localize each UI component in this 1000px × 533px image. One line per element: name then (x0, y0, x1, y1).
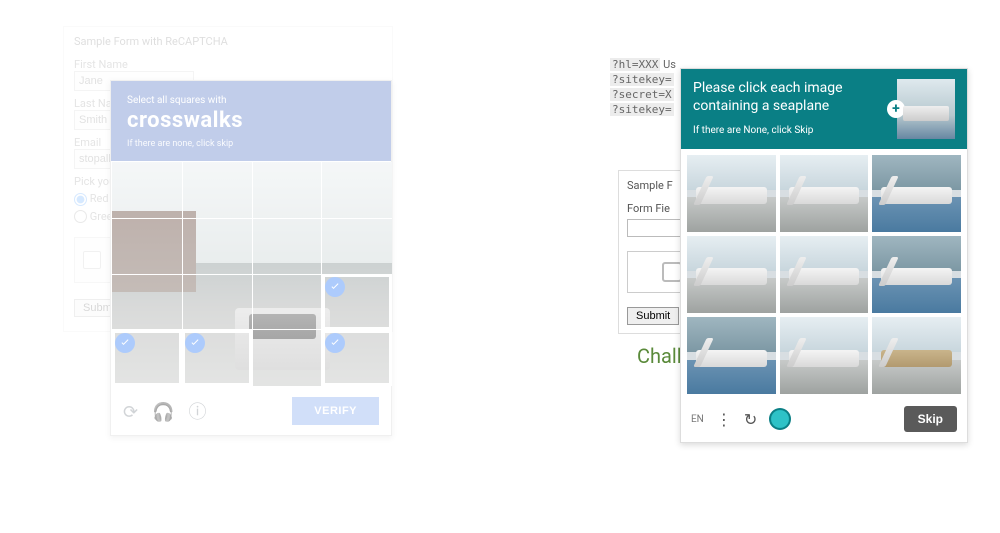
menu-icon[interactable]: ⋮ (716, 410, 732, 429)
image-captcha-challenge: Please click each image containing a sea… (680, 68, 968, 443)
color-radio-red[interactable] (74, 193, 87, 206)
refresh-icon[interactable]: ⟳ (123, 402, 138, 423)
reference-image: + (897, 79, 955, 139)
recaptcha-prompt: Select all squares with crosswalks If th… (111, 81, 391, 161)
recaptcha-challenge: Select all squares with crosswalks If th… (110, 80, 392, 436)
form-title: Sample Form with ReCAPTCHA (74, 35, 382, 48)
skip-button[interactable]: Skip (904, 406, 957, 432)
grid-cell[interactable] (252, 274, 322, 330)
recaptcha-checkbox-icon[interactable] (83, 251, 101, 269)
grid-cell[interactable] (322, 274, 392, 330)
captcha-tile[interactable] (780, 155, 869, 232)
captcha-tile[interactable] (872, 236, 961, 313)
grid-cell[interactable] (112, 218, 182, 274)
checkbox-icon[interactable] (662, 262, 682, 282)
grid-cell[interactable] (182, 162, 252, 218)
captcha-tile[interactable] (872, 317, 961, 394)
captcha-tile[interactable] (687, 317, 776, 394)
captcha-tile[interactable] (780, 236, 869, 313)
first-name-label: First Name (74, 58, 382, 71)
grid-cell[interactable] (252, 330, 322, 386)
grid-cell[interactable] (322, 218, 392, 274)
challenge-heading: Chall (637, 344, 682, 368)
image-captcha-footer: EN ⋮ ↻ Skip (681, 400, 967, 442)
recaptcha-image-grid (112, 162, 392, 386)
grid-cell[interactable] (252, 218, 322, 274)
recaptcha-footer: ⟳ 🎧 ⓘ VERIFY (111, 387, 391, 435)
grid-cell[interactable] (182, 274, 252, 330)
captcha-tile[interactable] (687, 155, 776, 232)
right-submit-button[interactable]: Submit (627, 307, 679, 325)
grid-cell[interactable] (322, 162, 392, 218)
captcha-tile[interactable] (687, 236, 776, 313)
info-icon[interactable]: ⓘ (188, 398, 206, 424)
captcha-tile[interactable] (780, 317, 869, 394)
color-radio-green[interactable] (74, 210, 87, 223)
grid-cell[interactable] (252, 162, 322, 218)
audio-icon[interactable]: 🎧 (152, 402, 174, 423)
verify-button[interactable]: VERIFY (292, 397, 379, 425)
zoom-icon[interactable]: + (887, 100, 905, 118)
captcha-badge-icon[interactable] (769, 408, 791, 430)
grid-cell[interactable] (322, 330, 392, 386)
grid-cell[interactable] (182, 218, 252, 274)
refresh-icon[interactable]: ↻ (744, 410, 757, 429)
image-captcha-prompt: Please click each image containing a sea… (681, 69, 967, 149)
captcha-tile[interactable] (872, 155, 961, 232)
image-captcha-grid (681, 149, 967, 400)
recaptcha-target: crosswalks (127, 108, 375, 133)
grid-cell[interactable] (112, 330, 182, 386)
grid-cell[interactable] (112, 274, 182, 330)
grid-cell[interactable] (182, 330, 252, 386)
grid-cell[interactable] (112, 162, 182, 218)
language-label: EN (691, 414, 704, 425)
